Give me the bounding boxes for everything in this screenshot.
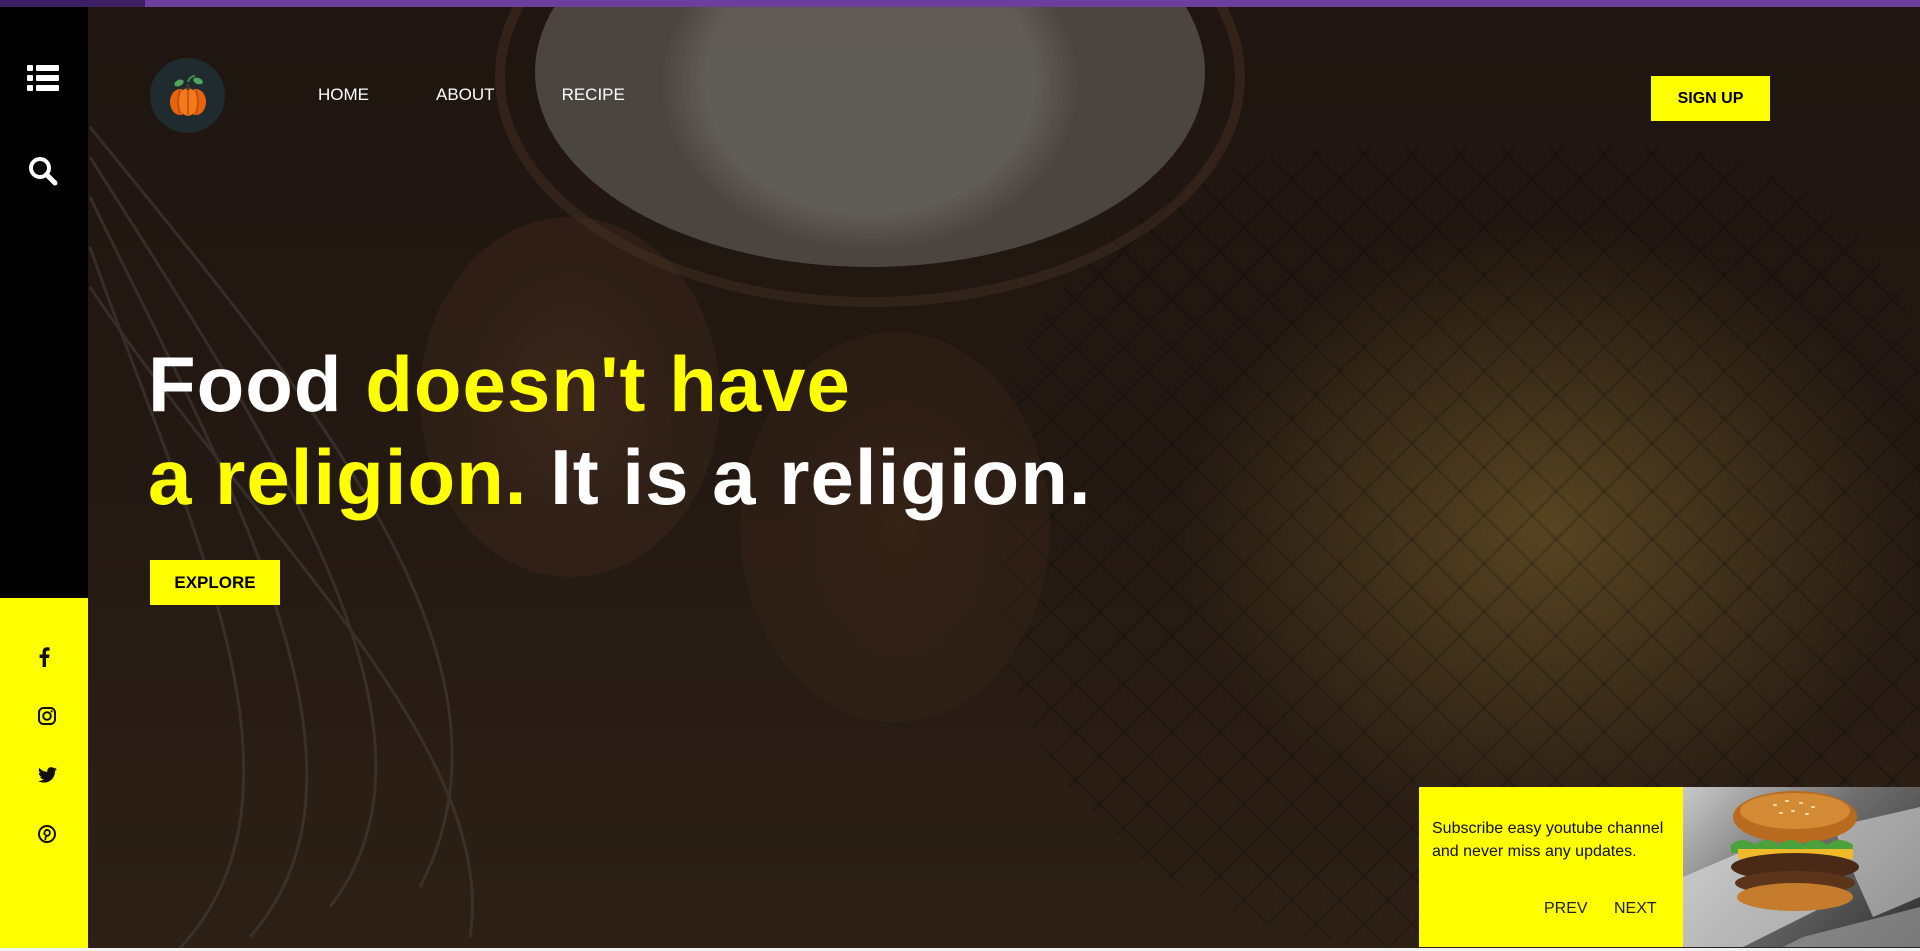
prev-button[interactable]: PREV: [1544, 900, 1588, 918]
pumpkin-logo[interactable]: [150, 58, 225, 133]
headline-part-2: doesn't have: [365, 340, 851, 428]
headline-part-4: It is a religion.: [527, 433, 1092, 521]
menu-list-icon[interactable]: [26, 62, 60, 94]
next-button[interactable]: NEXT: [1614, 900, 1657, 918]
signup-button[interactable]: SIGN UP: [1651, 76, 1770, 121]
hero-headline: Food doesn't have a religion. It is a re…: [148, 338, 1092, 524]
headline-part-1: Food: [148, 340, 366, 428]
sidebar-social-panel: [0, 598, 88, 948]
sidebar-dark-panel: [0, 7, 88, 598]
top-accent-bar: [0, 0, 1920, 7]
subscribe-card: Subscribe easy youtube channel and never…: [1419, 787, 1683, 947]
nav-about[interactable]: ABOUT: [436, 85, 495, 105]
facebook-icon[interactable]: [34, 647, 54, 667]
twitter-icon[interactable]: [37, 765, 57, 785]
pinterest-icon[interactable]: [37, 824, 57, 844]
nav-recipe[interactable]: RECIPE: [562, 85, 625, 105]
headline-part-3: a religion.: [148, 433, 528, 521]
search-icon[interactable]: [26, 154, 60, 188]
pumpkin-icon: [169, 74, 206, 116]
explore-button[interactable]: EXPLORE: [150, 560, 280, 605]
main-nav: HOME ABOUT RECIPE: [318, 85, 692, 105]
nav-home[interactable]: HOME: [318, 85, 369, 105]
subscribe-text: Subscribe easy youtube channel and never…: [1432, 820, 1664, 860]
instagram-icon[interactable]: [37, 706, 57, 726]
burger-image: [1683, 787, 1920, 947]
